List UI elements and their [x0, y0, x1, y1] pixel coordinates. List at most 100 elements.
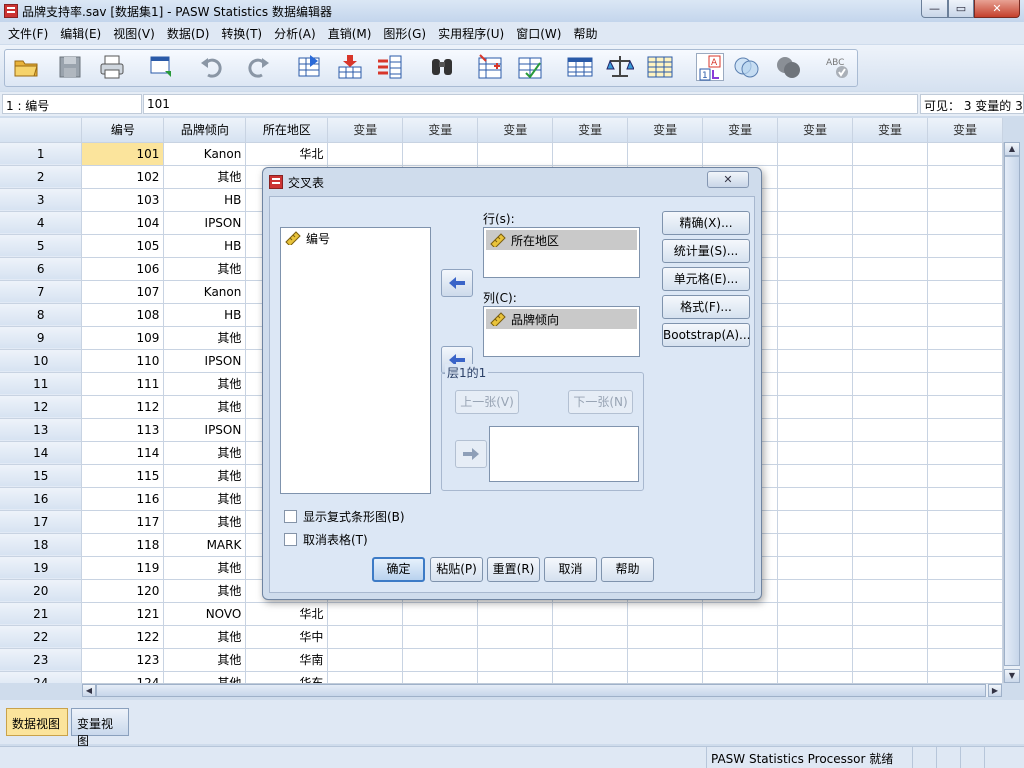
- empty-cell[interactable]: [702, 602, 779, 626]
- empty-cell[interactable]: [927, 142, 1003, 166]
- data-cell[interactable]: 108: [81, 303, 165, 327]
- data-cell[interactable]: 118: [81, 533, 165, 557]
- empty-cell[interactable]: [777, 579, 853, 603]
- empty-cell[interactable]: [852, 234, 928, 258]
- empty-cell[interactable]: [777, 280, 853, 304]
- row-number-header[interactable]: 20: [0, 579, 83, 603]
- empty-variable-header[interactable]: 变量: [702, 118, 779, 143]
- empty-cell[interactable]: [552, 648, 629, 672]
- empty-cell[interactable]: [852, 326, 928, 350]
- empty-cell[interactable]: [327, 648, 404, 672]
- menu-view[interactable]: 视图(V): [107, 25, 161, 42]
- scroll-down-icon[interactable]: ▼: [1004, 669, 1020, 683]
- data-cell[interactable]: 其他: [163, 395, 247, 419]
- empty-cell[interactable]: [552, 625, 629, 649]
- empty-cell[interactable]: [927, 464, 1003, 488]
- empty-cell[interactable]: [852, 510, 928, 534]
- data-cell[interactable]: 其他: [163, 510, 247, 534]
- empty-cell[interactable]: [852, 418, 928, 442]
- data-cell[interactable]: Kanon: [163, 280, 247, 304]
- goto-case-icon[interactable]: [296, 53, 324, 81]
- row-number-header[interactable]: 6: [0, 257, 83, 281]
- data-cell[interactable]: 103: [81, 188, 165, 212]
- empty-cell[interactable]: [852, 280, 928, 304]
- data-cell[interactable]: MARK: [163, 533, 247, 557]
- empty-cell[interactable]: [852, 671, 928, 683]
- data-cell[interactable]: 113: [81, 418, 165, 442]
- split-file-icon[interactable]: [566, 53, 594, 81]
- data-cell[interactable]: 111: [81, 372, 165, 396]
- data-cell[interactable]: 其他: [163, 648, 247, 672]
- row-number-header[interactable]: 9: [0, 326, 83, 350]
- empty-cell[interactable]: [477, 625, 554, 649]
- empty-cell[interactable]: [852, 142, 928, 166]
- empty-cell[interactable]: [777, 165, 853, 189]
- previous-layer-button[interactable]: 上一张(V): [455, 390, 519, 414]
- move-to-rows-button[interactable]: [441, 269, 473, 297]
- tab-variable-view[interactable]: 变量视图: [71, 708, 129, 748]
- data-cell[interactable]: 124: [81, 671, 165, 683]
- empty-cell[interactable]: [777, 326, 853, 350]
- empty-cell[interactable]: [777, 142, 853, 166]
- data-cell[interactable]: 其他: [163, 579, 247, 603]
- menu-help[interactable]: 帮助: [567, 25, 603, 42]
- print-icon[interactable]: [98, 53, 126, 81]
- empty-variable-header[interactable]: 变量: [402, 118, 479, 143]
- empty-cell[interactable]: [327, 142, 404, 166]
- data-cell[interactable]: 其他: [163, 625, 247, 649]
- row-number-header[interactable]: 14: [0, 441, 83, 465]
- empty-cell[interactable]: [852, 395, 928, 419]
- data-cell[interactable]: 其他: [163, 326, 247, 350]
- variables-icon[interactable]: [376, 53, 404, 81]
- menu-data[interactable]: 数据(D): [161, 25, 216, 42]
- data-cell[interactable]: 115: [81, 464, 165, 488]
- vertical-scroll-thumb[interactable]: [1004, 156, 1020, 666]
- empty-cell[interactable]: [927, 510, 1003, 534]
- row-number-header[interactable]: 16: [0, 487, 83, 511]
- data-cell[interactable]: IPSON: [163, 349, 247, 373]
- empty-cell[interactable]: [327, 602, 404, 626]
- row-number-header[interactable]: 21: [0, 602, 83, 626]
- data-cell[interactable]: 其他: [163, 257, 247, 281]
- save-icon[interactable]: [56, 53, 84, 81]
- bootstrap-button[interactable]: Bootstrap(A)...: [662, 323, 751, 347]
- empty-cell[interactable]: [627, 625, 704, 649]
- data-cell[interactable]: 121: [81, 602, 165, 626]
- empty-cell[interactable]: [927, 441, 1003, 465]
- empty-cell[interactable]: [927, 418, 1003, 442]
- data-cell[interactable]: 122: [81, 625, 165, 649]
- scroll-up-icon[interactable]: ▲: [1004, 142, 1020, 156]
- empty-cell[interactable]: [777, 234, 853, 258]
- empty-cell[interactable]: [927, 648, 1003, 672]
- next-layer-button[interactable]: 下一张(N): [568, 390, 633, 414]
- horizontal-scrollbar[interactable]: ◀ ▶: [82, 683, 1002, 697]
- empty-cell[interactable]: [777, 395, 853, 419]
- checkbox-box[interactable]: [284, 510, 297, 523]
- empty-cell[interactable]: [927, 533, 1003, 557]
- empty-variable-header[interactable]: 变量: [327, 118, 404, 143]
- empty-cell[interactable]: [927, 487, 1003, 511]
- data-cell[interactable]: 119: [81, 556, 165, 580]
- insert-cases-icon[interactable]: [476, 53, 504, 81]
- row-number-header[interactable]: 3: [0, 188, 83, 212]
- data-cell[interactable]: 107: [81, 280, 165, 304]
- source-variable-list[interactable]: 编号: [280, 227, 431, 494]
- menu-analyze[interactable]: 分析(A): [268, 25, 322, 42]
- row-number-header[interactable]: 24: [0, 671, 83, 683]
- goto-variable-icon[interactable]: [336, 53, 364, 81]
- show-all-variables-icon[interactable]: [774, 53, 802, 81]
- row-number-header[interactable]: 18: [0, 533, 83, 557]
- row-number-header[interactable]: 5: [0, 234, 83, 258]
- empty-cell[interactable]: [777, 349, 853, 373]
- empty-cell[interactable]: [777, 372, 853, 396]
- row-number-header[interactable]: 17: [0, 510, 83, 534]
- empty-cell[interactable]: [777, 303, 853, 327]
- empty-cell[interactable]: [927, 349, 1003, 373]
- data-cell[interactable]: 109: [81, 326, 165, 350]
- empty-cell[interactable]: [852, 372, 928, 396]
- undo-icon[interactable]: [198, 53, 226, 81]
- empty-cell[interactable]: [477, 602, 554, 626]
- empty-cell[interactable]: [777, 510, 853, 534]
- scroll-right-icon[interactable]: ▶: [988, 684, 1002, 697]
- data-cell[interactable]: 其他: [163, 671, 247, 683]
